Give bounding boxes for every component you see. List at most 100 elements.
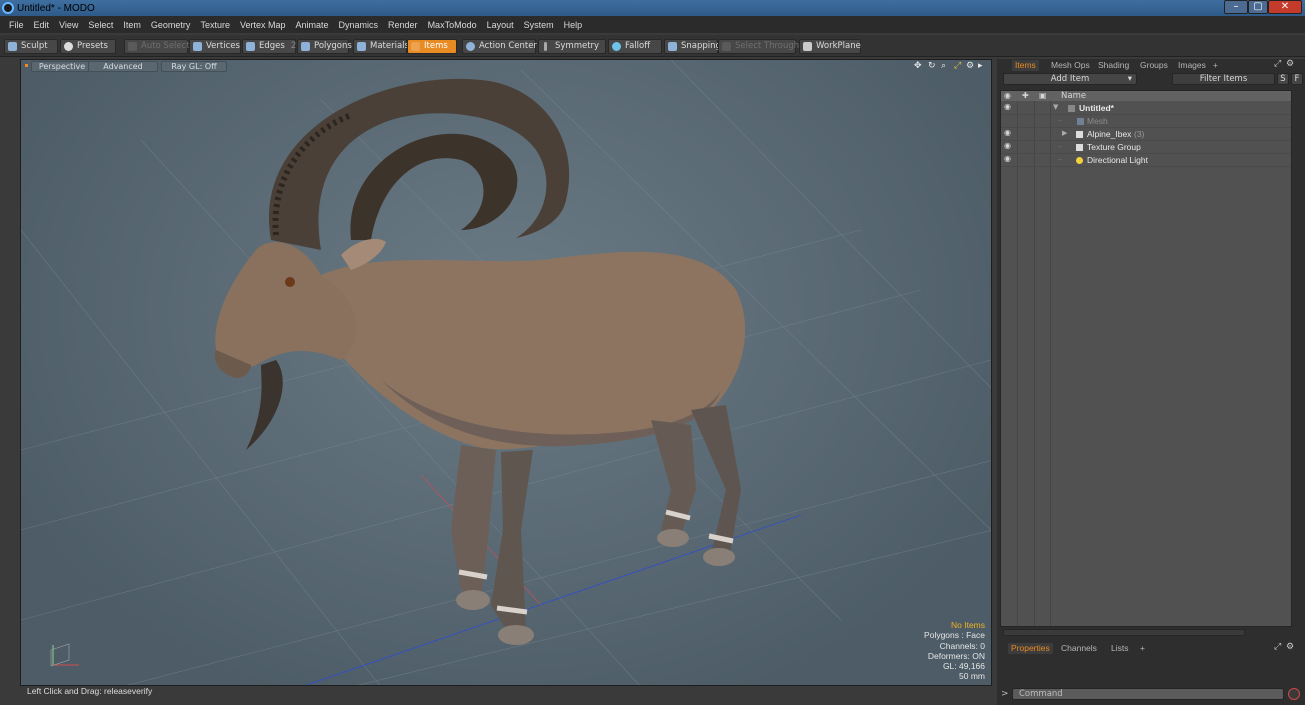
tab-lists[interactable]: Lists <box>1111 643 1128 654</box>
vertices-button[interactable]: Vertices <box>189 39 241 54</box>
action-center-icon <box>466 42 475 51</box>
workplane-button[interactable]: WorkPlane <box>799 39 861 54</box>
menu-help[interactable]: Help <box>559 20 588 30</box>
item-row-scene[interactable]: ◉ ▼ Untitled* <box>1001 102 1291 115</box>
name-column-header[interactable]: Name <box>1061 91 1086 101</box>
add-item-dropdown[interactable]: Add Item ▾ <box>1003 73 1137 85</box>
tab-mesh-ops[interactable]: Mesh Ops <box>1051 60 1090 71</box>
scene-icon <box>1068 105 1075 112</box>
title-bar: Untitled* - MODO <box>0 0 1305 16</box>
close-button[interactable]: ✕ <box>1268 0 1302 14</box>
eye-icon[interactable]: ◉ <box>1004 102 1012 111</box>
falloff-button[interactable]: Falloff <box>608 39 662 54</box>
tab-raygl[interactable]: Ray GL: Off <box>161 61 227 72</box>
snapping-button[interactable]: Snapping <box>664 39 721 54</box>
item-label: Untitled* <box>1079 103 1114 113</box>
pan-icon[interactable]: ✥ <box>914 61 922 71</box>
panel-expand-icon[interactable]: ⤢ <box>1274 59 1281 69</box>
polygons-button[interactable]: Polygons <box>297 39 352 54</box>
menu-item[interactable]: Item <box>118 20 146 30</box>
modo-logo-icon <box>2 2 14 14</box>
filter-s-button[interactable]: S <box>1277 73 1289 85</box>
fit-icon[interactable]: ⤢ <box>954 61 961 71</box>
select-through-button[interactable]: Select Through <box>718 39 799 54</box>
expand-arrow-icon[interactable]: ▶ <box>1062 129 1067 137</box>
workplane-icon <box>803 42 812 51</box>
tab-properties[interactable]: Properties <box>1008 643 1053 654</box>
color-col-icon: ▣ <box>1039 91 1047 100</box>
properties-expand-icon[interactable]: ⤢ <box>1274 642 1281 652</box>
menu-animate[interactable]: Animate <box>290 20 333 30</box>
symmetry-button[interactable]: Symmetry <box>538 39 606 54</box>
eye-icon[interactable]: ◉ <box>1004 154 1012 163</box>
item-count: (3) <box>1134 129 1145 139</box>
item-list[interactable]: ◉ ✚ ▣ Name ◉ ▼ Untitled* – Mesh ◉ ▶ Alpi… <box>1000 90 1292 627</box>
menu-file[interactable]: File <box>4 20 29 30</box>
menu-select[interactable]: Select <box>83 20 118 30</box>
tab-add-bottom[interactable]: + <box>1140 643 1145 654</box>
command-input[interactable]: Command <box>1012 688 1284 700</box>
rotate-icon[interactable]: ↻ <box>928 61 936 71</box>
menu-layout[interactable]: Layout <box>482 20 519 30</box>
items-mode-button[interactable]: Items <box>407 39 457 54</box>
tab-channels[interactable]: Channels <box>1061 643 1097 654</box>
eye-icon[interactable]: ◉ <box>1004 128 1012 137</box>
viewport-arrow-icon[interactable]: ▸ <box>978 61 983 71</box>
item-row-texture-group[interactable]: ◉ – Texture Group <box>1001 141 1291 154</box>
menu-geometry[interactable]: Geometry <box>146 20 196 30</box>
horizontal-scrollbar[interactable] <box>1003 629 1245 636</box>
item-row-alpine-ibex[interactable]: ◉ ▶ Alpine_Ibex (3) <box>1001 128 1291 141</box>
item-label: Texture Group <box>1087 142 1141 152</box>
presets-button[interactable]: Presets <box>60 39 116 54</box>
info-gl: GL: 49,166 <box>942 661 985 671</box>
edges-button[interactable]: Edges 2 <box>242 39 296 54</box>
filter-items-input[interactable]: Filter Items <box>1172 73 1275 85</box>
viewport-gear-icon[interactable]: ⚙ <box>966 61 974 71</box>
minimize-button[interactable]: – <box>1224 0 1248 14</box>
tab-images[interactable]: Images <box>1178 60 1206 71</box>
materials-button[interactable]: Materials <box>353 39 409 54</box>
tab-add[interactable]: + <box>1213 60 1218 71</box>
maximize-button[interactable]: ▢ <box>1248 0 1268 14</box>
panel-gear-icon[interactable]: ⚙ <box>1286 59 1294 69</box>
action-center-button[interactable]: Action Center <box>462 39 537 54</box>
group-icon <box>1076 131 1083 138</box>
eye-icon[interactable]: ◉ <box>1004 141 1012 150</box>
light-icon <box>1076 157 1083 164</box>
lock-col-icon: ✚ <box>1022 91 1029 100</box>
item-list-header: ◉ ✚ ▣ Name <box>1001 91 1291 101</box>
command-prompt-icon: > <box>1001 689 1009 699</box>
3d-viewport[interactable]: Perspective Advanced Ray GL: Off ✥ ↻ ⌕ ⤢… <box>20 59 992 686</box>
menu-edit[interactable]: Edit <box>29 20 55 30</box>
symmetry-icon <box>544 42 547 51</box>
item-label: Alpine_Ibex <box>1087 129 1132 139</box>
zoom-icon[interactable]: ⌕ <box>941 61 946 71</box>
record-icon[interactable] <box>1288 688 1300 700</box>
filter-f-button[interactable]: F <box>1291 73 1303 85</box>
menu-texture[interactable]: Texture <box>195 20 235 30</box>
mesh-icon <box>1077 118 1084 125</box>
menu-view[interactable]: View <box>54 20 83 30</box>
menu-system[interactable]: System <box>519 20 559 30</box>
menu-maxtomodo[interactable]: MaxToModo <box>423 20 482 30</box>
menu-vertex-map[interactable]: Vertex Map <box>235 20 291 30</box>
collapse-arrow-icon[interactable]: ▼ <box>1053 103 1058 111</box>
tab-advanced[interactable]: Advanced <box>88 61 158 72</box>
sculpt-button[interactable]: Sculpt <box>4 39 58 54</box>
tab-groups[interactable]: Groups <box>1140 60 1168 71</box>
auto-select-button[interactable]: Auto Select <box>124 39 190 54</box>
ibex-model[interactable] <box>214 78 746 645</box>
tab-items[interactable]: Items <box>1012 60 1039 71</box>
tab-perspective[interactable]: Perspective <box>31 61 93 72</box>
select-through-icon <box>722 42 731 51</box>
info-no-items: No Items <box>950 620 985 630</box>
tab-shading[interactable]: Shading <box>1098 60 1129 71</box>
menu-render[interactable]: Render <box>383 20 423 30</box>
menu-dynamics[interactable]: Dynamics <box>334 20 384 30</box>
item-row-mesh[interactable]: – Mesh <box>1001 115 1291 128</box>
auto-select-icon <box>128 42 137 51</box>
falloff-icon <box>612 42 621 51</box>
properties-gear-icon[interactable]: ⚙ <box>1286 642 1294 652</box>
viewport-menu-marker[interactable] <box>25 64 28 67</box>
item-row-directional-light[interactable]: ◉ – Directional Light <box>1001 154 1291 167</box>
